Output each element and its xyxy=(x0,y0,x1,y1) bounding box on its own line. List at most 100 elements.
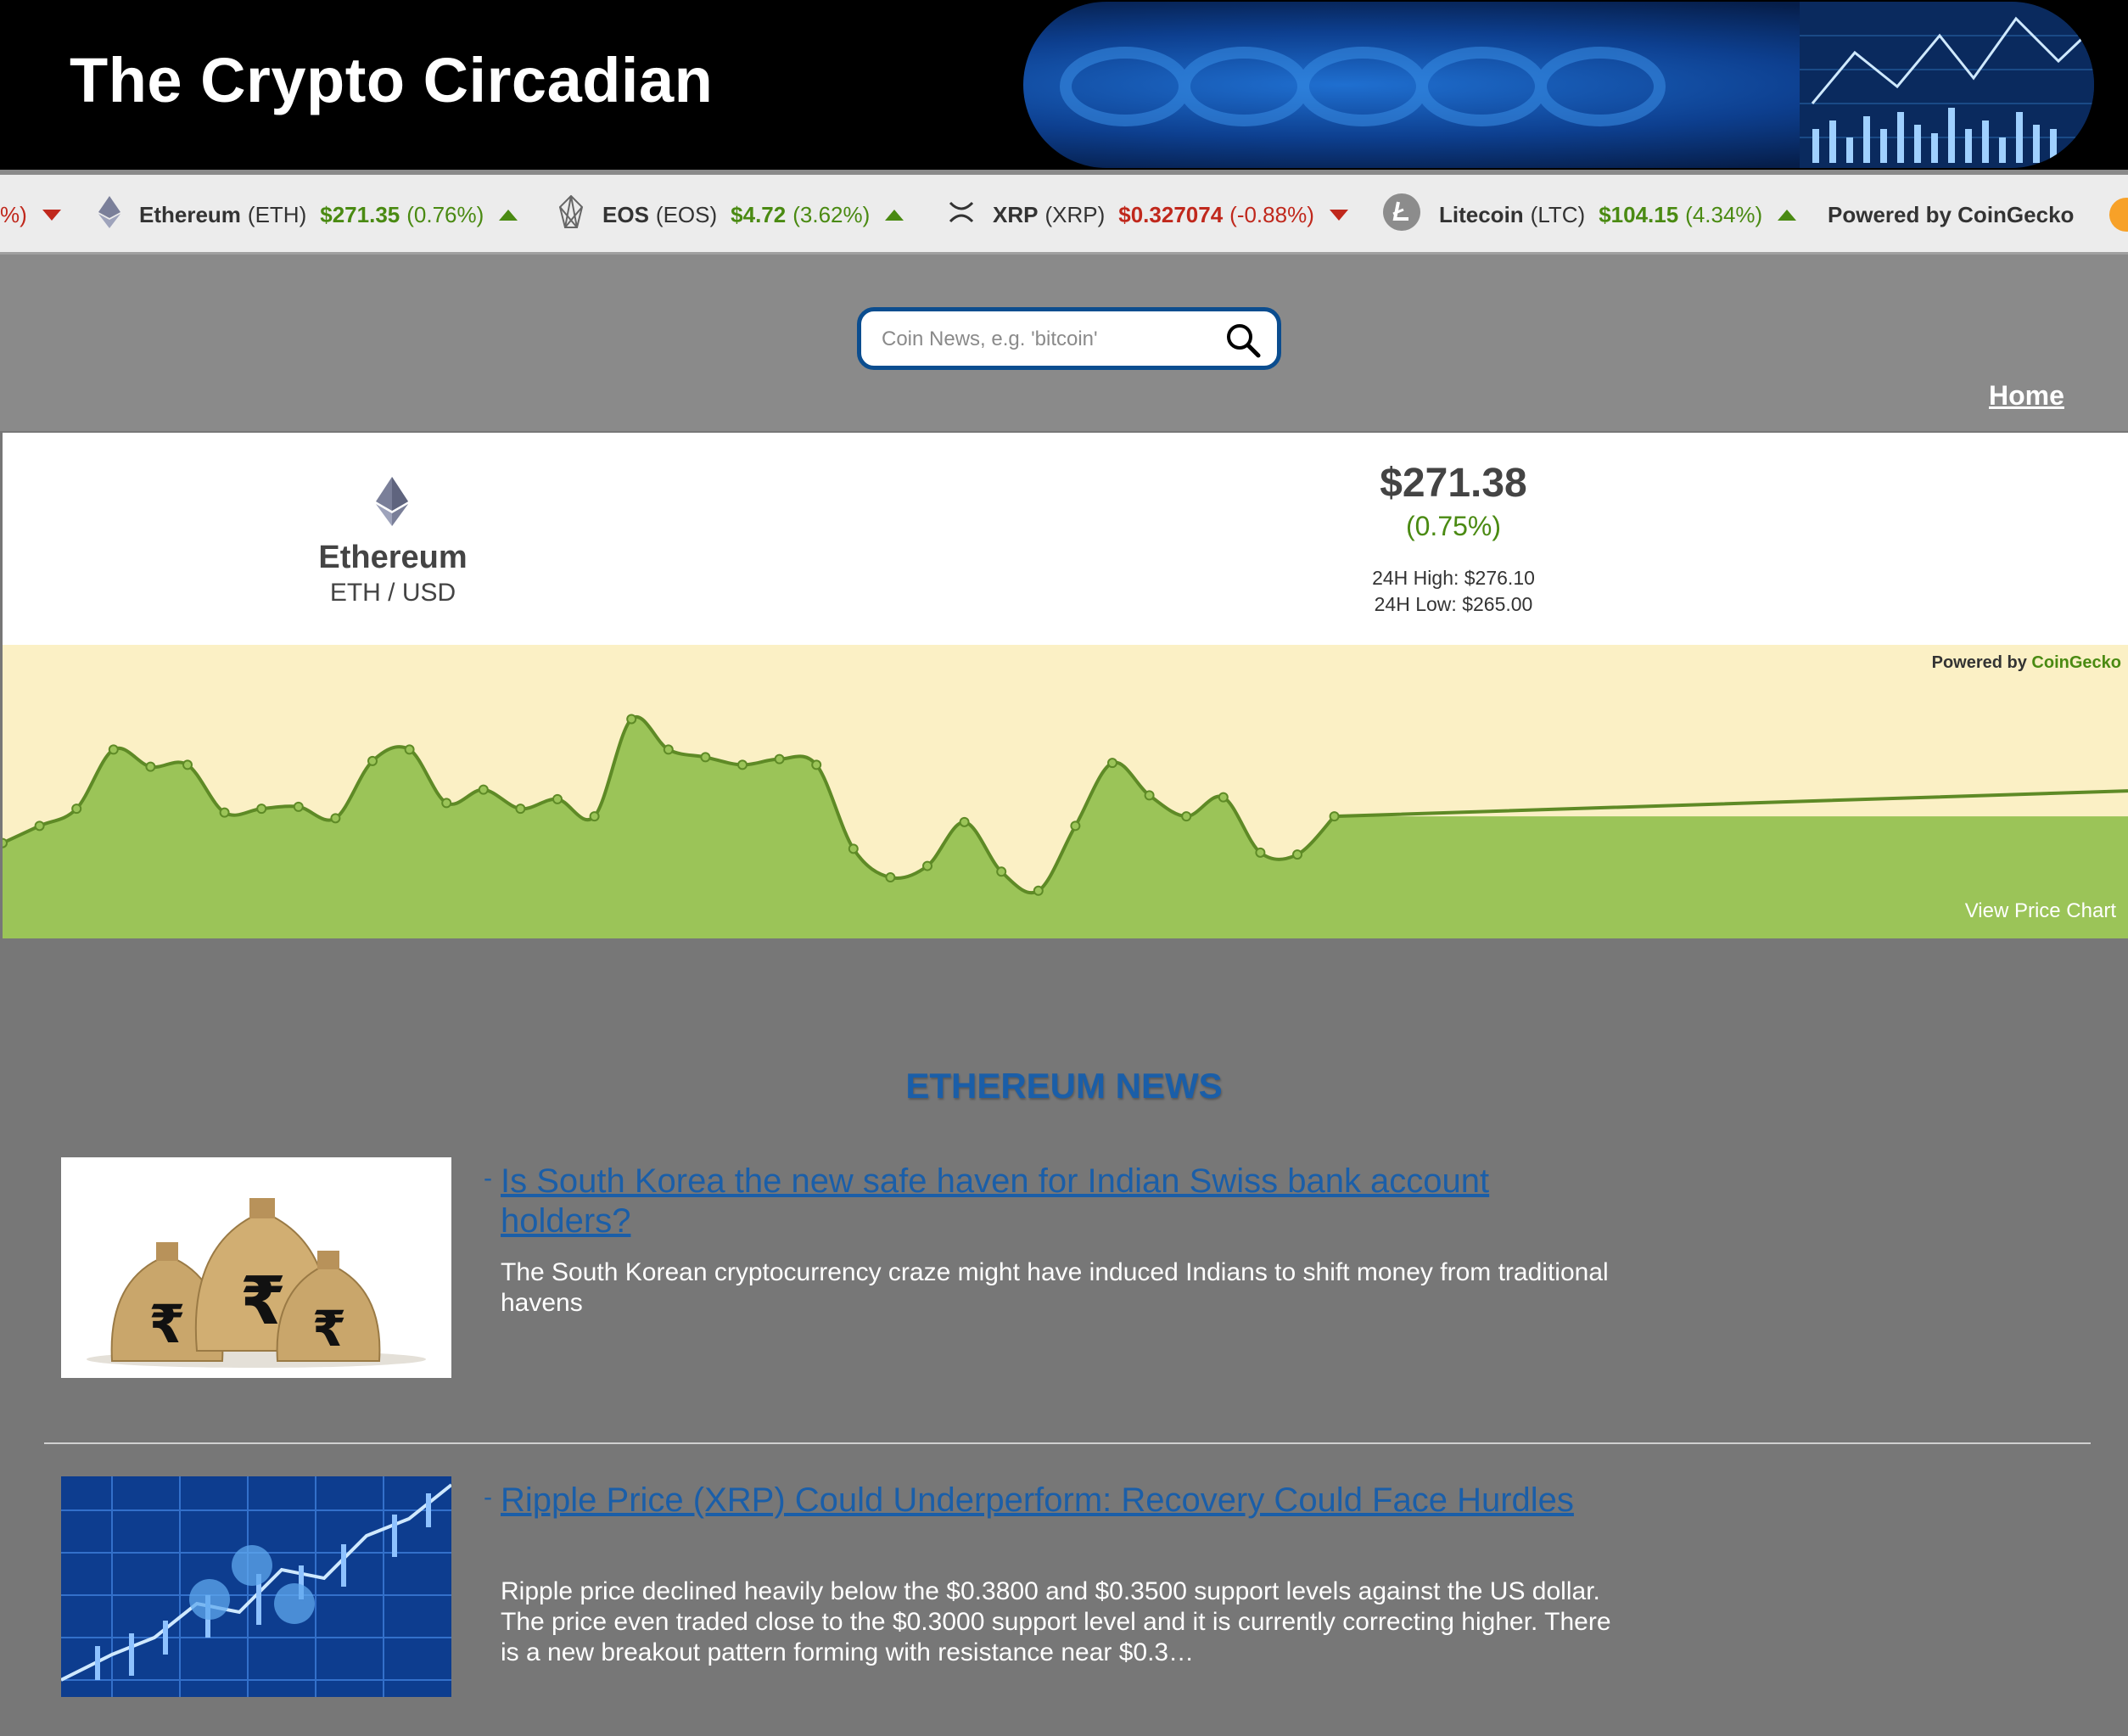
site-header: The Crypto Circadian xyxy=(0,0,2128,170)
search-icon[interactable] xyxy=(1224,322,1262,359)
ticker-symbol: (XRP) xyxy=(1044,201,1106,227)
ticker-change: (3.62%) xyxy=(792,201,871,227)
coin-price: $271.38 xyxy=(1380,461,1527,506)
ticker-price: $4.72 xyxy=(731,201,787,227)
ripple-logo-icon xyxy=(189,1545,315,1624)
article-thumbnail-ripple-chart[interactable] xyxy=(61,1476,451,1697)
search-input[interactable] xyxy=(880,320,1206,359)
ticker-change: (0.76%) xyxy=(406,201,484,227)
sparkline-point xyxy=(182,759,193,770)
sparkline-area xyxy=(3,716,2128,938)
sparkline-point xyxy=(478,784,489,795)
ticker-price: $271.35 xyxy=(320,201,400,227)
sparkline-point xyxy=(959,816,970,827)
view-price-chart-link[interactable]: View Price Chart xyxy=(1965,899,2116,923)
sparkline-point xyxy=(34,820,45,832)
ticker-name: Litecoin xyxy=(1439,201,1524,227)
sparkline-point xyxy=(1218,792,1229,803)
ticker-price: $0.327074 xyxy=(1118,201,1224,227)
sparkline-point xyxy=(552,793,563,804)
chart-powered-brand: CoinGecko xyxy=(2031,653,2121,672)
article-description: The South Korean cryptocurrency craze mi… xyxy=(501,1258,1609,1317)
ticker-name: Ethereum xyxy=(139,201,241,227)
ticker-price: $104.15 xyxy=(1599,201,1679,227)
sparkline-point xyxy=(293,801,304,812)
sparkline-point xyxy=(1255,847,1266,858)
ticker-item-partial[interactable]: %) xyxy=(0,175,61,252)
coingecko-icon xyxy=(2109,175,2128,252)
sparkline-point xyxy=(737,759,748,770)
sparkline-point xyxy=(1181,811,1192,822)
sparkline-point xyxy=(108,744,119,755)
sparkline-point xyxy=(330,813,341,824)
ticker-item-eos[interactable]: EOS (EOS) $4.72 (3.62%) xyxy=(558,175,904,252)
ticker-change: (4.34%) xyxy=(1685,201,1763,227)
chart-powered-by[interactable]: Powered by CoinGecko xyxy=(1932,653,2121,673)
ticker-item-ethereum[interactable]: Ethereum (ETH) $271.35 (0.76%) xyxy=(98,175,518,252)
price-sparkline-chart[interactable]: Powered by CoinGecko View Price Chart xyxy=(3,645,2128,938)
sparkline-point xyxy=(515,804,526,815)
sparkline-point xyxy=(1329,811,1340,822)
ticker-change: (-0.88%) xyxy=(1229,201,1314,227)
ethereum-icon xyxy=(98,195,120,234)
coin-24h-low: 24H Low: $265.00 xyxy=(1374,593,1533,615)
article-description: Ripple price declined heavily below the … xyxy=(501,1577,1611,1666)
coin-24h-high: 24H High: $276.10 xyxy=(1372,567,1535,589)
sparkline-point xyxy=(848,843,859,854)
coin-pair: ETH / USD xyxy=(329,579,456,607)
sparkline-point xyxy=(219,807,230,818)
sparkline-point xyxy=(774,753,785,764)
ticker-powered-label: Powered by CoinGecko xyxy=(1828,201,2075,227)
sparkline-point xyxy=(404,744,415,755)
article-thumbnail-money-bags[interactable]: ₹ ₹ ₹ xyxy=(61,1157,451,1378)
xrp-icon xyxy=(949,201,974,229)
header-banner-image xyxy=(1023,2,2094,168)
ticker-name: EOS xyxy=(602,201,649,227)
sparkline-point xyxy=(71,804,82,815)
coin-name: Ethereum xyxy=(318,540,468,575)
ticker-symbol: (LTC) xyxy=(1530,201,1586,227)
ticker-name: XRP xyxy=(993,201,1039,227)
ticker-item-litecoin[interactable]: Litecoin (LTC) $104.15 (4.34%) xyxy=(1383,175,1797,252)
nav-home-link[interactable]: Home xyxy=(1989,380,2064,412)
list-dash: - xyxy=(484,1483,492,1511)
up-arrow-icon xyxy=(499,209,518,221)
sparkline-point xyxy=(1292,849,1302,860)
ticker-item-xrp[interactable]: XRP (XRP) $0.327074 (-0.88%) xyxy=(949,175,1348,252)
coin-high-low: 24H High: $276.10 24H Low: $265.00 xyxy=(1284,565,1623,618)
up-arrow-icon xyxy=(1778,209,1797,221)
sparkline-point xyxy=(1144,790,1155,801)
list-dash: - xyxy=(484,1164,492,1192)
search-box[interactable] xyxy=(857,307,1281,370)
svg-text:₹: ₹ xyxy=(312,1300,346,1358)
down-arrow-icon xyxy=(42,209,61,221)
sparkline-point xyxy=(1070,820,1081,832)
search-band: Home xyxy=(0,255,2128,431)
sparkline-point xyxy=(996,866,1007,877)
money-bag-icon: ₹ ₹ ₹ xyxy=(110,1198,381,1362)
sparkline-point xyxy=(367,755,378,766)
coin-summary-card: Ethereum ETH / USD $271.38 (0.75%) 24H H… xyxy=(3,433,2128,645)
sparkline-point xyxy=(441,798,452,809)
article-title-link[interactable]: Ripple Price (XRP) Could Underperform: R… xyxy=(501,1481,1587,1520)
coin-change: (0.75%) xyxy=(1405,511,1502,541)
ethereum-logo-icon xyxy=(376,477,408,530)
ticker-powered-by[interactable]: Powered by CoinGecko xyxy=(1828,175,2075,252)
sparkline-point xyxy=(256,804,267,815)
sparkline-point xyxy=(626,714,637,725)
sparkline-point xyxy=(885,872,896,883)
price-ticker[interactable]: %) Ethereum (ETH) $271.35 (0.76%) EOS (E… xyxy=(0,170,2128,255)
ticker-symbol: (ETH) xyxy=(247,201,307,227)
ticker-symbol: (EOS) xyxy=(655,201,718,227)
sparkline-svg xyxy=(3,714,2128,938)
news-heading: ETHEREUM NEWS xyxy=(905,1066,1223,1106)
svg-text:₹: ₹ xyxy=(148,1293,185,1355)
sparkline-point xyxy=(811,759,822,770)
article-divider xyxy=(44,1442,2091,1444)
sparkline-point xyxy=(1033,885,1044,896)
chart-powered-prefix: Powered by xyxy=(1931,653,2032,672)
site-title[interactable]: The Crypto Circadian xyxy=(70,44,713,116)
down-arrow-icon xyxy=(1329,209,1348,221)
article-title-link[interactable]: Is South Korea the new safe haven for In… xyxy=(501,1162,1587,1241)
sparkline-point xyxy=(1107,758,1117,769)
